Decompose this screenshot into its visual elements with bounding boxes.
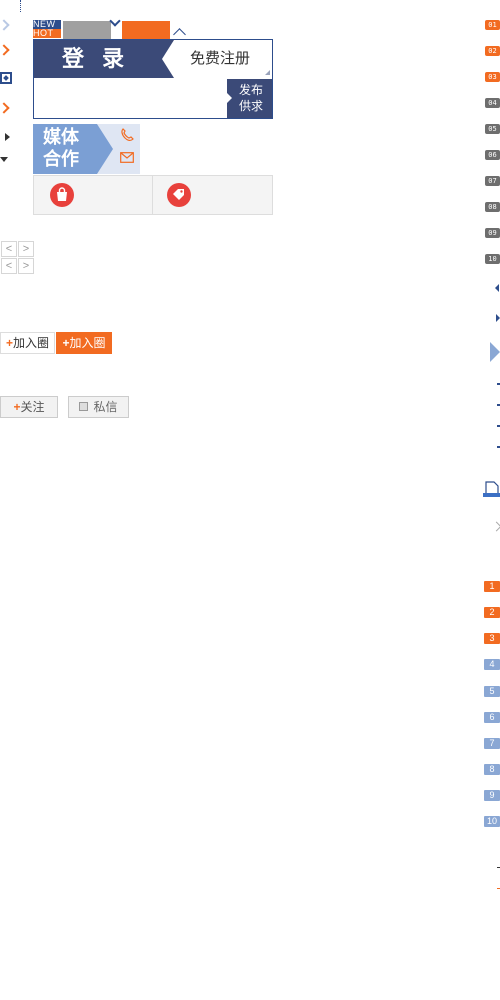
- prev-button[interactable]: <: [1, 258, 17, 274]
- rank-badge: 08: [485, 202, 500, 212]
- triangle-left-icon: [495, 284, 499, 292]
- price-tag-icon[interactable]: [167, 183, 191, 207]
- media-cooperation-label: 媒体 合作: [43, 126, 93, 170]
- document-icon: [483, 481, 500, 497]
- orange-tab[interactable]: [122, 21, 170, 39]
- rank-number: 9: [484, 790, 500, 801]
- follow-label: 关注: [20, 400, 45, 414]
- expand-icon: [0, 72, 12, 84]
- triangle-right-icon: [496, 314, 500, 322]
- rank-number: 3: [484, 633, 500, 644]
- grey-tab[interactable]: [63, 21, 111, 39]
- rank-badge: 01: [485, 20, 500, 30]
- private-message-label: 私信: [93, 400, 118, 414]
- rank-number: 4: [484, 659, 500, 670]
- rank-number: 1: [484, 581, 500, 592]
- rank-badge: 09: [485, 228, 500, 238]
- phone-icon[interactable]: [120, 128, 134, 142]
- publish-line-2: 供求: [238, 99, 263, 113]
- triangle-right-large-icon: [490, 342, 500, 362]
- rank-badge: 02: [485, 46, 500, 56]
- shopping-bag-icon[interactable]: [50, 183, 74, 207]
- dotted-line-decoration: [20, 0, 22, 12]
- chevron-right-orange-icon: [0, 102, 10, 114]
- chevron-right-orange-icon: [0, 44, 10, 56]
- triangle-down-icon: [0, 157, 8, 162]
- rank-number: 7: [484, 738, 500, 749]
- rank-badge: 07: [485, 176, 500, 186]
- plus-icon: +: [62, 336, 70, 350]
- publish-supply-label: 发布 供求: [232, 82, 270, 114]
- plus-icon: +: [13, 400, 21, 414]
- media-line-2: 合作: [43, 149, 79, 169]
- join-circle-label: 加入圈: [13, 336, 50, 350]
- triangle-right-icon: [5, 133, 10, 141]
- rank-number: 5: [484, 686, 500, 697]
- rank-badge: 04: [485, 98, 500, 108]
- message-icon: [79, 402, 89, 412]
- join-circle-button-active[interactable]: +加入圈: [56, 332, 112, 354]
- rank-badge: 03: [485, 72, 500, 82]
- next-button[interactable]: >: [18, 241, 34, 257]
- prev-button[interactable]: <: [1, 241, 17, 257]
- resize-corner-icon: [265, 70, 270, 75]
- rank-number: 8: [484, 764, 500, 775]
- publish-line-1: 发布: [238, 83, 263, 97]
- hot-badge: HOT: [33, 29, 61, 38]
- caret-down-icon: [109, 15, 121, 27]
- join-circle-label: 加入圈: [69, 336, 106, 350]
- rank-badge: 10: [485, 254, 500, 264]
- next-button[interactable]: >: [18, 258, 34, 274]
- chevron-right-icon: [491, 521, 500, 532]
- divider: [152, 176, 153, 214]
- rank-number: 10: [484, 816, 500, 827]
- register-button[interactable]: 免费注册: [174, 40, 266, 78]
- follow-button[interactable]: +关注: [0, 396, 58, 418]
- join-circle-button[interactable]: +加入圈: [0, 332, 55, 354]
- plus-icon: +: [5, 336, 13, 350]
- rank-number: 6: [484, 712, 500, 723]
- rank-badge: 05: [485, 124, 500, 134]
- rank-number: 2: [484, 607, 500, 618]
- private-message-button[interactable]: 私信: [68, 396, 129, 418]
- media-line-1: 媒体: [43, 127, 79, 147]
- login-button[interactable]: 登 录: [34, 40, 158, 78]
- mail-icon[interactable]: [120, 152, 134, 163]
- chevron-right-light-icon: [0, 19, 10, 31]
- rank-badge: 06: [485, 150, 500, 160]
